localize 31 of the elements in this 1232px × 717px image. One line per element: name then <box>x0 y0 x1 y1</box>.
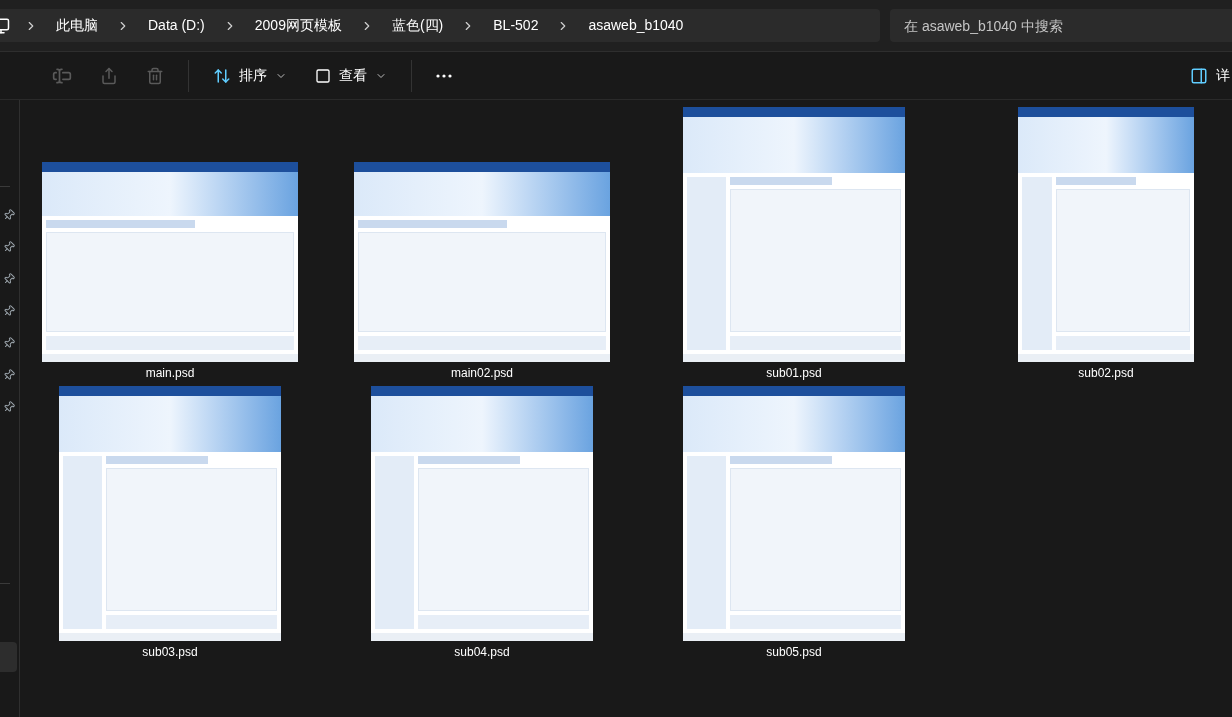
webpage-thumbnail-drawing[interactable] <box>354 162 610 362</box>
file-name[interactable]: sub05.psd <box>766 643 822 661</box>
sort-button[interactable]: 排序 <box>199 59 301 92</box>
details-pane-button[interactable]: 详 <box>1182 59 1232 92</box>
breadcrumb-item[interactable]: asaweb_b1040 <box>584 15 688 36</box>
webpage-thumbnail-drawing[interactable] <box>1018 107 1194 362</box>
more-icon <box>436 73 452 78</box>
address-bar[interactable]: 此电脑 Data (D:) 2009网页模板 蓝色(四) BL-502 asaweb_b1040 <box>0 9 880 42</box>
file-name[interactable]: sub04.psd <box>454 643 510 661</box>
panel-icon <box>1190 66 1208 85</box>
breadcrumb-item[interactable]: BL-502 <box>489 15 543 36</box>
webpage-thumbnail-drawing[interactable] <box>683 386 905 641</box>
webpage-thumbnail-drawing[interactable] <box>683 107 905 362</box>
breadcrumb-item[interactable]: 蓝色(四) <box>387 15 448 36</box>
file-name[interactable]: main02.psd <box>450 364 513 382</box>
monitor-icon <box>315 67 331 84</box>
view-button[interactable]: 查看 <box>301 59 401 92</box>
delete-icon <box>146 66 164 85</box>
sort-icon <box>213 66 231 85</box>
file-name[interactable]: sub02.psd <box>1078 364 1134 382</box>
breadcrumb-item[interactable]: Data (D:) <box>144 15 209 36</box>
search-field[interactable]: 在 asaweb_b1040 中搜索 <box>890 9 1232 42</box>
breadcrumb-item[interactable]: 此电脑 <box>52 15 102 36</box>
webpage-thumbnail-drawing[interactable] <box>371 386 593 641</box>
file-name[interactable]: main.psd <box>145 364 195 382</box>
file-name[interactable]: sub01.psd <box>766 364 822 382</box>
webpage-thumbnail-drawing[interactable] <box>42 162 298 362</box>
share-icon <box>100 66 118 85</box>
file-name[interactable]: sub03.psd <box>142 643 198 661</box>
webpage-thumbnail-drawing[interactable] <box>59 386 281 641</box>
breadcrumb-item[interactable]: 2009网页模板 <box>250 15 346 36</box>
